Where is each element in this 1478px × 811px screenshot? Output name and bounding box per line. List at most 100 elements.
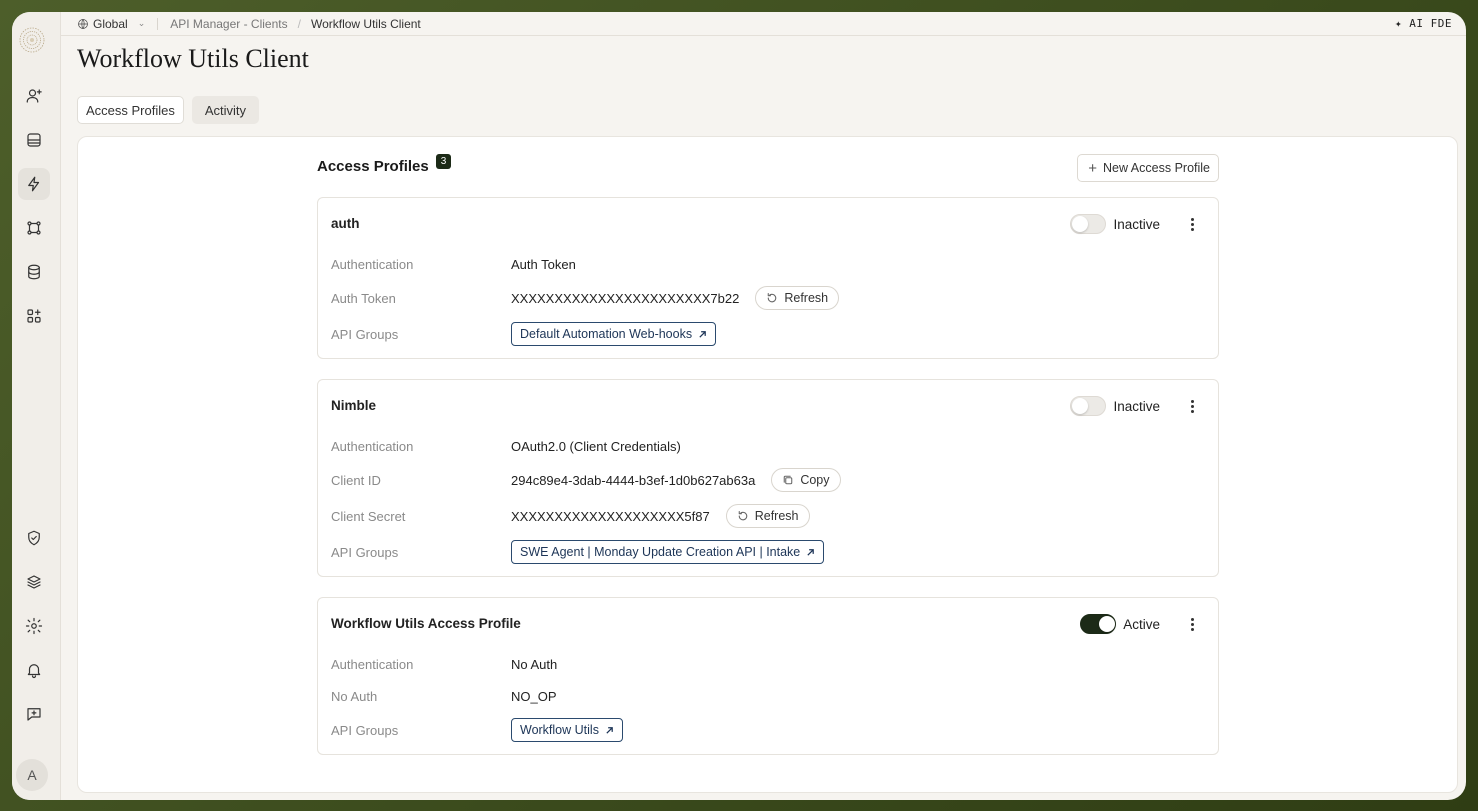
client-id-value: 294c89e4-3dab-4444-b3ef-1d0b627ab63a bbox=[511, 472, 756, 488]
sidebar: A bbox=[12, 12, 61, 800]
detail-label: Client ID bbox=[331, 472, 381, 488]
status-label: Active bbox=[1123, 616, 1160, 632]
refresh-icon bbox=[738, 510, 747, 521]
sidebar-item-users[interactable] bbox=[18, 80, 50, 112]
sidebar-item-database[interactable] bbox=[18, 256, 50, 288]
refresh-button[interactable]: Refresh bbox=[725, 504, 810, 528]
status-control: Active bbox=[1080, 614, 1160, 634]
sidebar-item-feedback[interactable] bbox=[18, 698, 50, 730]
profile-name: auth bbox=[331, 216, 360, 231]
plus-icon: + bbox=[1088, 159, 1098, 177]
status-toggle[interactable] bbox=[1070, 214, 1107, 234]
external-link-icon bbox=[807, 548, 815, 556]
more-options-icon[interactable] bbox=[1184, 616, 1200, 632]
detail-label: Authentication bbox=[331, 256, 414, 272]
lightning-icon bbox=[28, 176, 40, 192]
copy-label: Copy bbox=[800, 473, 830, 487]
page-title: Workflow Utils Client bbox=[77, 44, 309, 73]
auth-token-value: XXXXXXXXXXXXXXXXXXXXXXX7b22 bbox=[511, 290, 740, 306]
api-group-link[interactable]: SWE Agent | Monday Update Creation API |… bbox=[511, 540, 825, 564]
copy-button[interactable]: Copy bbox=[771, 468, 841, 492]
sidebar-item-layers[interactable] bbox=[18, 566, 50, 598]
sidebar-item-inbox[interactable] bbox=[18, 124, 50, 156]
detail-value: OAuth2.0 (Client Credentials) bbox=[511, 438, 681, 454]
external-link-icon bbox=[699, 330, 706, 338]
detail-label: API Groups bbox=[331, 544, 399, 560]
detail-row: API Groups SWE Agent | Monday Update Cre… bbox=[331, 540, 1201, 564]
detail-value: Auth Token bbox=[511, 256, 576, 272]
sidebar-item-notifications[interactable] bbox=[18, 654, 50, 686]
detail-row: API Groups Default Automation Web-hooks bbox=[331, 322, 1201, 346]
detail-label: API Groups bbox=[331, 326, 399, 342]
count-badge: 3 bbox=[436, 154, 451, 169]
apps-icon bbox=[27, 309, 41, 323]
detail-value: No Auth bbox=[511, 656, 558, 672]
detail-label: Client Secret bbox=[331, 508, 406, 524]
section-title: Access Profiles bbox=[317, 158, 429, 175]
section-header: Access Profiles 3 + New Access Profile bbox=[317, 154, 1219, 184]
detail-row: Authentication OAuth2.0 (Client Credenti… bbox=[331, 434, 1201, 458]
status-label: Inactive bbox=[1113, 216, 1160, 232]
status-label: Inactive bbox=[1113, 398, 1160, 414]
new-access-profile-label: New Access Profile bbox=[1103, 161, 1210, 175]
new-access-profile-button[interactable]: + New Access Profile bbox=[1077, 154, 1219, 182]
detail-label: Authentication bbox=[331, 656, 414, 672]
detail-label: Authentication bbox=[331, 438, 414, 454]
sidebar-item-apps[interactable] bbox=[18, 300, 50, 332]
avatar[interactable]: A bbox=[16, 759, 48, 791]
status-toggle[interactable] bbox=[1080, 614, 1117, 634]
client-secret-value: XXXXXXXXXXXXXXXXXXXX5f87 bbox=[511, 508, 710, 524]
status-control: Inactive bbox=[1070, 396, 1160, 416]
ai-fde-button[interactable]: ✦ AI FDE bbox=[1395, 17, 1452, 30]
api-group-link[interactable]: Default Automation Web-hooks bbox=[511, 322, 717, 346]
detail-row: Client ID 294c89e4-3dab-4444-b3ef-1d0b62… bbox=[331, 468, 1201, 492]
bell-icon bbox=[27, 664, 41, 679]
refresh-label: Refresh bbox=[784, 291, 829, 305]
profile-name: Nimble bbox=[331, 398, 377, 413]
api-group-label: SWE Agent | Monday Update Creation API |… bbox=[520, 545, 801, 559]
user-plus-icon bbox=[26, 89, 42, 103]
access-profile-card: Nimble Inactive Authentication OAuth2.0 … bbox=[317, 379, 1219, 577]
detail-label: Auth Token bbox=[331, 290, 396, 306]
detail-row: Client Secret XXXXXXXXXXXXXXXXXXXX5f87 R… bbox=[331, 504, 1201, 528]
database-icon bbox=[28, 264, 40, 280]
scope-selector[interactable]: Global ⌄ bbox=[77, 17, 145, 31]
more-options-icon[interactable] bbox=[1184, 216, 1200, 232]
breadcrumb-parent[interactable]: API Manager - Clients bbox=[170, 17, 287, 31]
access-profile-card: auth Inactive Authentication Auth Token … bbox=[317, 197, 1219, 359]
feedback-icon bbox=[27, 708, 41, 721]
refresh-label: Refresh bbox=[754, 509, 799, 523]
app-window: A Global ⌄ API Manager - Clients / Workf… bbox=[12, 12, 1466, 800]
detail-row: API Groups Workflow Utils bbox=[331, 718, 1201, 742]
chevron-down-icon: ⌄ bbox=[137, 18, 146, 28]
sidebar-item-automations[interactable] bbox=[18, 168, 50, 200]
scope-label: Global bbox=[93, 16, 128, 31]
tab-bar: Access Profiles Activity bbox=[77, 96, 260, 124]
breadcrumb-current: Workflow Utils Client bbox=[310, 16, 421, 31]
shield-icon bbox=[28, 530, 40, 546]
breadcrumb-separator: / bbox=[297, 16, 301, 31]
detail-row: Authentication Auth Token bbox=[331, 252, 1201, 276]
external-link-icon bbox=[606, 726, 613, 734]
detail-row: No Auth NO_OP bbox=[331, 684, 1201, 708]
status-toggle[interactable] bbox=[1070, 396, 1107, 416]
detail-label: No Auth bbox=[331, 688, 378, 704]
globe-icon bbox=[78, 18, 88, 29]
detail-value: NO_OP bbox=[511, 688, 557, 704]
logo-icon[interactable] bbox=[17, 25, 47, 55]
tab-activity[interactable]: Activity bbox=[191, 96, 260, 124]
more-options-icon[interactable] bbox=[1184, 398, 1200, 414]
detail-row: Auth Token XXXXXXXXXXXXXXXXXXXXXXX7b22 R… bbox=[331, 286, 1201, 310]
gear-icon bbox=[25, 617, 43, 635]
sidebar-item-settings[interactable] bbox=[18, 610, 50, 642]
refresh-button[interactable]: Refresh bbox=[755, 286, 840, 310]
status-control: Inactive bbox=[1070, 214, 1160, 234]
sidebar-item-workflows[interactable] bbox=[18, 212, 50, 244]
api-group-label: Workflow Utils bbox=[520, 723, 599, 737]
inbox-icon bbox=[27, 133, 41, 147]
tab-access-profiles[interactable]: Access Profiles bbox=[77, 96, 184, 124]
api-group-link[interactable]: Workflow Utils bbox=[511, 718, 623, 742]
access-profile-card: Workflow Utils Access Profile Active Aut… bbox=[317, 597, 1219, 755]
sidebar-item-security[interactable] bbox=[18, 522, 50, 554]
copy-icon bbox=[784, 475, 793, 485]
